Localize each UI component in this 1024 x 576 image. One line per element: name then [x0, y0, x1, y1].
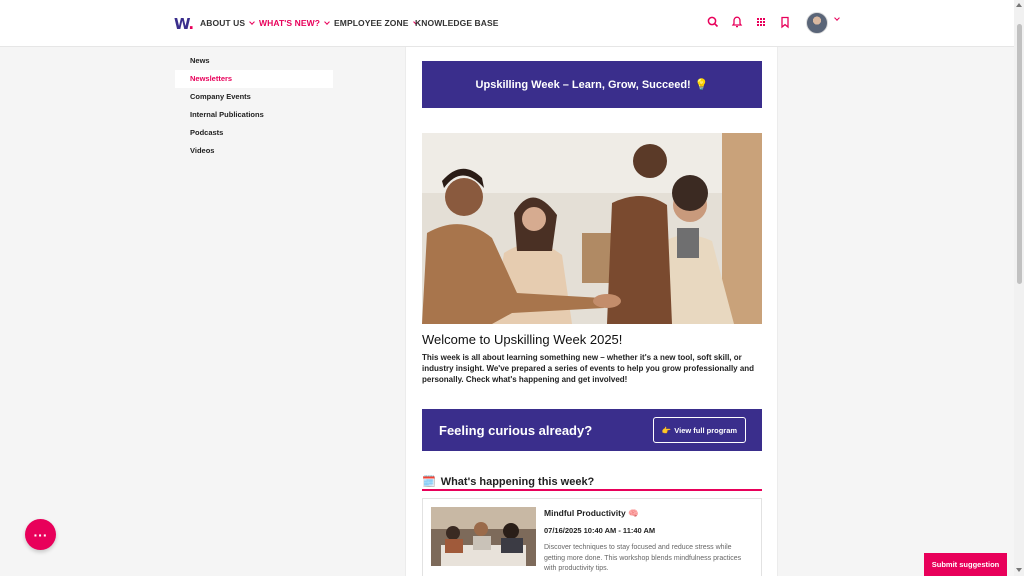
sidebar-item-videos[interactable]: Videos — [175, 142, 333, 160]
event-title[interactable]: Mindful Productivity 🧠 — [544, 508, 639, 519]
chevron-down-icon — [249, 18, 256, 25]
nav-about-us[interactable]: ABOUT US — [200, 18, 256, 28]
chevron-down-icon — [324, 18, 330, 25]
sidebar-item-newsletters[interactable]: Newsletters — [175, 70, 333, 88]
event-datetime: 07/16/2025 10:40 AM - 11:40 AM — [544, 526, 656, 535]
cta-banner: Feeling curious already? 👉 View full pro… — [422, 409, 762, 451]
event-image — [431, 507, 536, 566]
nav-whats-new[interactable]: WHAT'S NEW? — [259, 18, 330, 28]
welcome-title: Welcome to Upskilling Week 2025! — [422, 332, 623, 347]
nav-employee-zone[interactable]: EMPLOYEE ZONE — [334, 18, 419, 28]
sidebar-menu: News Newsletters Company Events Internal… — [175, 52, 333, 160]
scroll-down-arrow-icon[interactable] — [1016, 568, 1022, 572]
scroll-up-arrow-icon[interactable] — [1016, 3, 1022, 7]
view-full-program-button[interactable]: 👉 View full program — [653, 417, 746, 443]
company-logo[interactable]: W. — [174, 15, 194, 33]
event-card[interactable]: Mindful Productivity 🧠 07/16/2025 10:40 … — [422, 498, 762, 576]
view-full-program-label: View full program — [674, 425, 738, 435]
welcome-body: This week is all about learning somethin… — [422, 353, 755, 384]
calendar-icon: 🗓️ — [422, 476, 436, 488]
banner-title: Upskilling Week – Learn, Grow, Succeed! — [475, 78, 691, 91]
sidebar-item-internal-publications[interactable]: Internal Publications — [175, 106, 333, 124]
hero-image — [422, 133, 762, 324]
sidebar-item-podcasts[interactable]: Podcasts — [175, 124, 333, 142]
apps-grid-icon[interactable] — [754, 15, 768, 29]
nav-knowledge-base[interactable]: KNOWLEDGE BASE — [415, 18, 499, 28]
bookmark-icon[interactable] — [778, 15, 792, 29]
section-title: What's happening this week? — [440, 475, 595, 488]
section-header: 🗓️ What's happening this week? — [422, 475, 595, 489]
pointing-hand-icon: 👉 — [661, 425, 672, 435]
event-description: Discover techniques to stay focused and … — [544, 544, 742, 572]
lightbulb-icon: 💡 — [694, 79, 709, 91]
cta-text: Feeling curious already? — [439, 423, 593, 438]
floating-menu-button[interactable]: ··· — [25, 519, 56, 550]
section-divider — [422, 489, 762, 491]
chevron-down-icon[interactable] — [834, 15, 840, 21]
bell-icon[interactable] — [730, 15, 744, 29]
brain-icon: 🧠 — [628, 508, 639, 518]
sidebar-item-news[interactable]: News — [175, 52, 333, 70]
search-icon[interactable] — [706, 15, 720, 29]
newsletter-content: Upskilling Week – Learn, Grow, Succeed! … — [405, 47, 778, 576]
avatar[interactable] — [806, 12, 828, 34]
scrollbar-thumb[interactable] — [1017, 24, 1022, 284]
top-navigation-bar: W. ABOUT US WHAT'S NEW? EMPLOYEE ZONE KN… — [0, 0, 1024, 47]
submit-suggestion-button[interactable]: Submit suggestion — [924, 553, 1007, 576]
sidebar-item-company-events[interactable]: Company Events — [175, 88, 333, 106]
newsletter-banner: Upskilling Week – Learn, Grow, Succeed! … — [422, 61, 762, 108]
